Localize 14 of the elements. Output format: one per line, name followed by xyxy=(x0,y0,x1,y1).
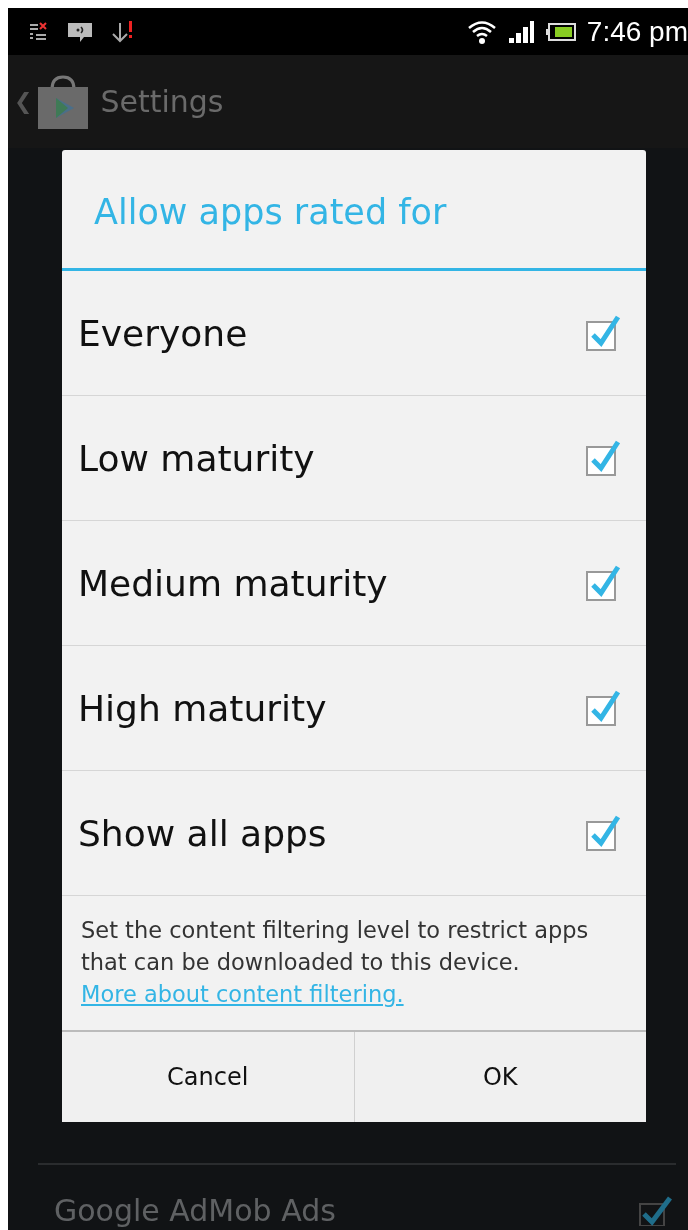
battery-icon xyxy=(544,20,577,43)
setting-label: Google AdMob Ads xyxy=(54,1193,336,1228)
dialog-title: Allow apps rated for xyxy=(62,150,646,271)
clock-time: 7:46 pm xyxy=(586,15,688,48)
list-x-icon xyxy=(28,20,50,43)
rating-option[interactable]: Low maturity xyxy=(62,396,646,521)
screen-title: Settings xyxy=(100,84,224,119)
wifi-icon xyxy=(466,18,497,45)
rating-option[interactable]: High maturity xyxy=(62,646,646,771)
rating-option[interactable]: Medium maturity xyxy=(62,521,646,646)
ok-button[interactable]: OK xyxy=(353,1032,646,1122)
rating-option[interactable]: Show all apps xyxy=(62,771,646,896)
rating-option[interactable]: Everyone xyxy=(62,271,646,396)
signal-icon xyxy=(506,19,535,44)
